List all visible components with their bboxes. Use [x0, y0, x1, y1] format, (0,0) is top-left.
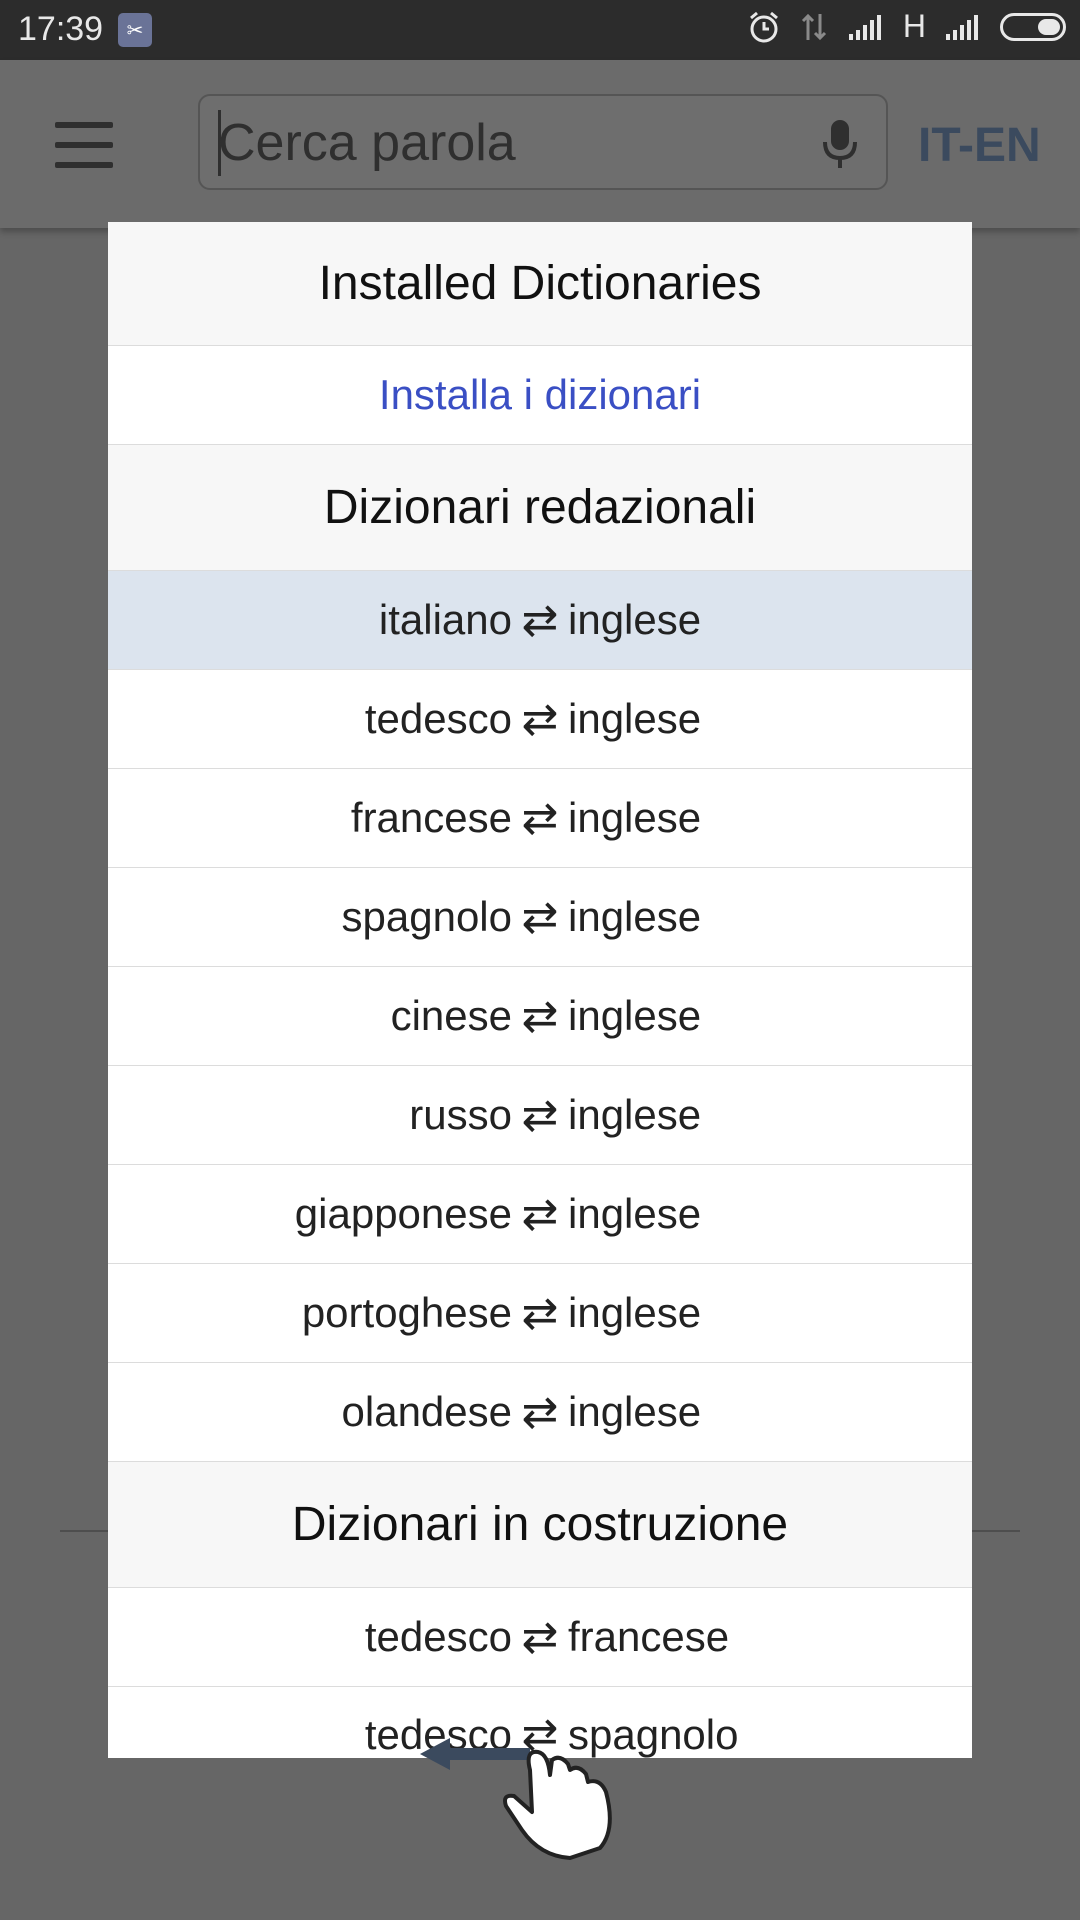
alarm-icon	[749, 11, 778, 42]
swap-arrows-icon: ⇄	[521, 892, 559, 942]
target-language: inglese	[568, 695, 702, 742]
source-language: tedesco	[364, 1613, 512, 1660]
search-box[interactable]	[198, 94, 888, 190]
source-language: portoghese	[301, 1289, 512, 1336]
swap-arrows-icon: ⇄	[521, 1612, 559, 1662]
target-language: francese	[568, 1613, 730, 1660]
search-input[interactable]	[216, 110, 780, 176]
section-header-editorial: Dizionari redazionali	[108, 445, 972, 571]
swap-arrows-icon: ⇄	[521, 793, 559, 843]
swap-arrows-icon: ⇄	[521, 1090, 559, 1140]
source-language: francese	[350, 794, 512, 841]
signal-icon	[848, 14, 881, 40]
status-icons: H	[747, 8, 1066, 45]
swap-arrows-icon: ⇄	[521, 1288, 559, 1338]
dictionary-item[interactable]: spagnolo ⇄ inglese	[108, 868, 972, 967]
source-language: russo	[409, 1091, 512, 1138]
signal-icon	[946, 14, 978, 40]
language-pair-button[interactable]: IT-EN	[918, 118, 1041, 173]
dictionary-item[interactable]: olandese ⇄ inglese	[108, 1363, 972, 1462]
target-language: inglese	[568, 794, 702, 841]
swap-arrows-icon: ⇄	[521, 1387, 559, 1437]
dictionary-item[interactable]: cinese ⇄ inglese	[108, 967, 972, 1066]
target-language: inglese	[568, 893, 702, 940]
swap-arrows-icon: ⇄	[521, 1189, 559, 1239]
hamburger-icon[interactable]	[55, 122, 113, 182]
network-type: H	[902, 8, 926, 44]
target-language: inglese	[568, 1289, 702, 1336]
swap-arrows-icon: ⇄	[521, 694, 559, 744]
source-language: cinese	[390, 992, 512, 1039]
app-bar: IT-EN	[0, 60, 1080, 228]
target-language: inglese	[568, 596, 702, 643]
source-language: italiano	[378, 596, 512, 643]
swap-arrows-icon: ⇄	[521, 991, 559, 1041]
dialog-title: Installed Dictionaries	[108, 222, 972, 346]
install-dictionaries-link[interactable]: Installa i dizionari	[108, 346, 972, 445]
swipe-hand-icon	[420, 1738, 612, 1860]
dictionary-item[interactable]: giapponese ⇄ inglese	[108, 1165, 972, 1264]
notification-icon: ✂	[118, 13, 152, 47]
swap-arrows-icon: ⇄	[521, 595, 559, 645]
source-language: spagnolo	[341, 893, 512, 940]
status-bar: 17:39 ✂ H	[0, 0, 1080, 60]
target-language: inglese	[568, 1091, 702, 1138]
source-language: olandese	[341, 1388, 512, 1435]
dictionary-item[interactable]: russo ⇄ inglese	[108, 1066, 972, 1165]
section-header-in-progress: Dizionari in costruzione	[108, 1462, 972, 1588]
dictionary-item[interactable]: francese ⇄ inglese	[108, 769, 972, 868]
target-language: inglese	[568, 992, 702, 1039]
dictionary-item[interactable]: tedesco ⇄ inglese	[108, 670, 972, 769]
target-language: inglese	[568, 1190, 702, 1237]
source-language: tedesco	[364, 695, 512, 742]
target-language: inglese	[568, 1388, 702, 1435]
status-time: 17:39	[18, 10, 104, 48]
dictionary-item[interactable]: italiano ⇄ inglese	[108, 571, 972, 670]
installed-dictionaries-dialog: Installed Dictionaries Installa i dizion…	[108, 222, 972, 1758]
mic-icon[interactable]	[822, 118, 858, 170]
data-arrows-icon	[801, 13, 826, 40]
dictionary-item[interactable]: portoghese ⇄ inglese	[108, 1264, 972, 1363]
source-language: giapponese	[294, 1190, 512, 1237]
battery-icon	[1000, 12, 1066, 41]
dictionary-item[interactable]: tedesco ⇄ francese	[108, 1588, 972, 1687]
